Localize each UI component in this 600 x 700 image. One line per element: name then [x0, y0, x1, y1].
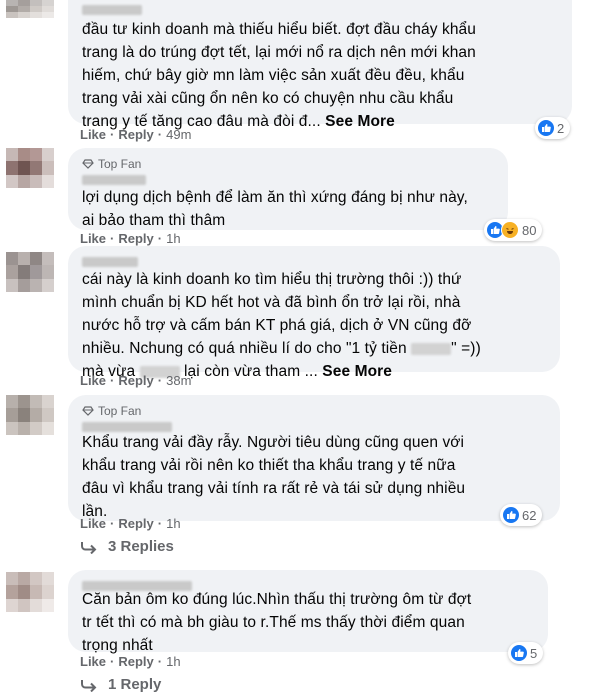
reaction-count: 80: [522, 222, 537, 238]
top-fan-badge: Top Fan: [82, 403, 546, 419]
comment-bubble: Top Fan Khẩu trang vải đầy rẫy. Người ti…: [68, 395, 560, 521]
comment-actions: Like · Reply · 1h: [80, 516, 181, 531]
comment-bubble: Căn bản ôm ko đúng lúc.Nhìn thấu thị trư…: [68, 570, 548, 654]
top-fan-badge: Top Fan: [82, 156, 494, 172]
timestamp[interactable]: 38m: [166, 373, 191, 388]
diamond-icon: [82, 406, 94, 416]
like-reaction-icon: [503, 507, 519, 523]
like-link[interactable]: Like: [80, 127, 106, 142]
view-replies-link[interactable]: 3 Replies: [80, 538, 174, 555]
timestamp[interactable]: 1h: [166, 516, 180, 531]
comment-bubble: Top Fan lợi dụng dịch bệnh để làm ăn thì…: [68, 148, 508, 230]
like-reaction-icon: [538, 120, 554, 136]
like-link[interactable]: Like: [80, 231, 106, 246]
reply-link[interactable]: Reply: [118, 231, 153, 246]
commenter-name[interactable]: [82, 578, 534, 591]
diamond-icon: [82, 159, 94, 169]
haha-reaction-icon: [501, 221, 519, 239]
reply-arrow-icon: [81, 679, 97, 692]
comment-text: Khẩu trang vải đầy rẫy. Người tiêu dùng …: [82, 434, 466, 520]
see-more-link[interactable]: See More: [322, 363, 392, 380]
reaction-badge[interactable]: 80: [484, 219, 543, 241]
reaction-count: 62: [522, 507, 537, 523]
commenter-name[interactable]: [82, 419, 546, 432]
reaction-count: 2: [557, 120, 565, 136]
timestamp[interactable]: 1h: [166, 654, 180, 669]
like-link[interactable]: Like: [80, 654, 106, 669]
comment-actions: Like · Reply · 1h: [80, 231, 181, 246]
reaction-badge[interactable]: 62: [500, 504, 543, 526]
reply-link[interactable]: Reply: [118, 373, 153, 388]
reply-link[interactable]: Reply: [118, 654, 153, 669]
commenter-name[interactable]: [82, 2, 558, 18]
avatar[interactable]: [6, 252, 54, 292]
avatar[interactable]: [6, 395, 54, 435]
view-replies-link[interactable]: 1 Reply: [80, 676, 161, 693]
comment-text: Căn bản ôm ko đúng lúc.Nhìn thấu thị trư…: [82, 591, 472, 654]
comment-text: lợi dụng dịch bệnh để làm ăn thì xứng đá…: [82, 189, 468, 229]
comment-bubble: đầu tư kinh doanh mà thiếu hiểu biết. đợ…: [68, 0, 572, 130]
reply-link[interactable]: Reply: [118, 127, 153, 142]
avatar[interactable]: [6, 572, 54, 612]
timestamp[interactable]: 1h: [166, 231, 180, 246]
comment-text: đầu tư kinh doanh mà thiếu hiểu biết. đợ…: [82, 21, 476, 130]
comment-actions: Like · Reply · 38m: [80, 373, 192, 388]
reaction-count: 5: [530, 645, 538, 661]
avatar[interactable]: [6, 0, 54, 18]
comment-actions: Like · Reply · 49m: [80, 127, 192, 142]
reaction-badge[interactable]: 2: [535, 117, 571, 139]
timestamp[interactable]: 49m: [166, 127, 191, 142]
comment-actions: Like · Reply · 1h: [80, 654, 181, 669]
commenter-name[interactable]: [82, 172, 494, 186]
redacted-text: [411, 342, 452, 355]
comment-bubble: cái này là kinh doanh ko tìm hiểu thị tr…: [68, 246, 560, 380]
like-link[interactable]: Like: [80, 516, 106, 531]
avatar[interactable]: [6, 148, 54, 188]
reply-link[interactable]: Reply: [118, 516, 153, 531]
reaction-badge[interactable]: 5: [508, 642, 544, 664]
like-link[interactable]: Like: [80, 373, 106, 388]
comment-text: cái này là kinh doanh ko tìm hiểu thị tr…: [82, 271, 481, 380]
like-reaction-icon: [511, 645, 527, 661]
reply-arrow-icon: [81, 541, 97, 554]
commenter-name[interactable]: [82, 254, 546, 268]
see-more-link[interactable]: See More: [325, 113, 395, 130]
